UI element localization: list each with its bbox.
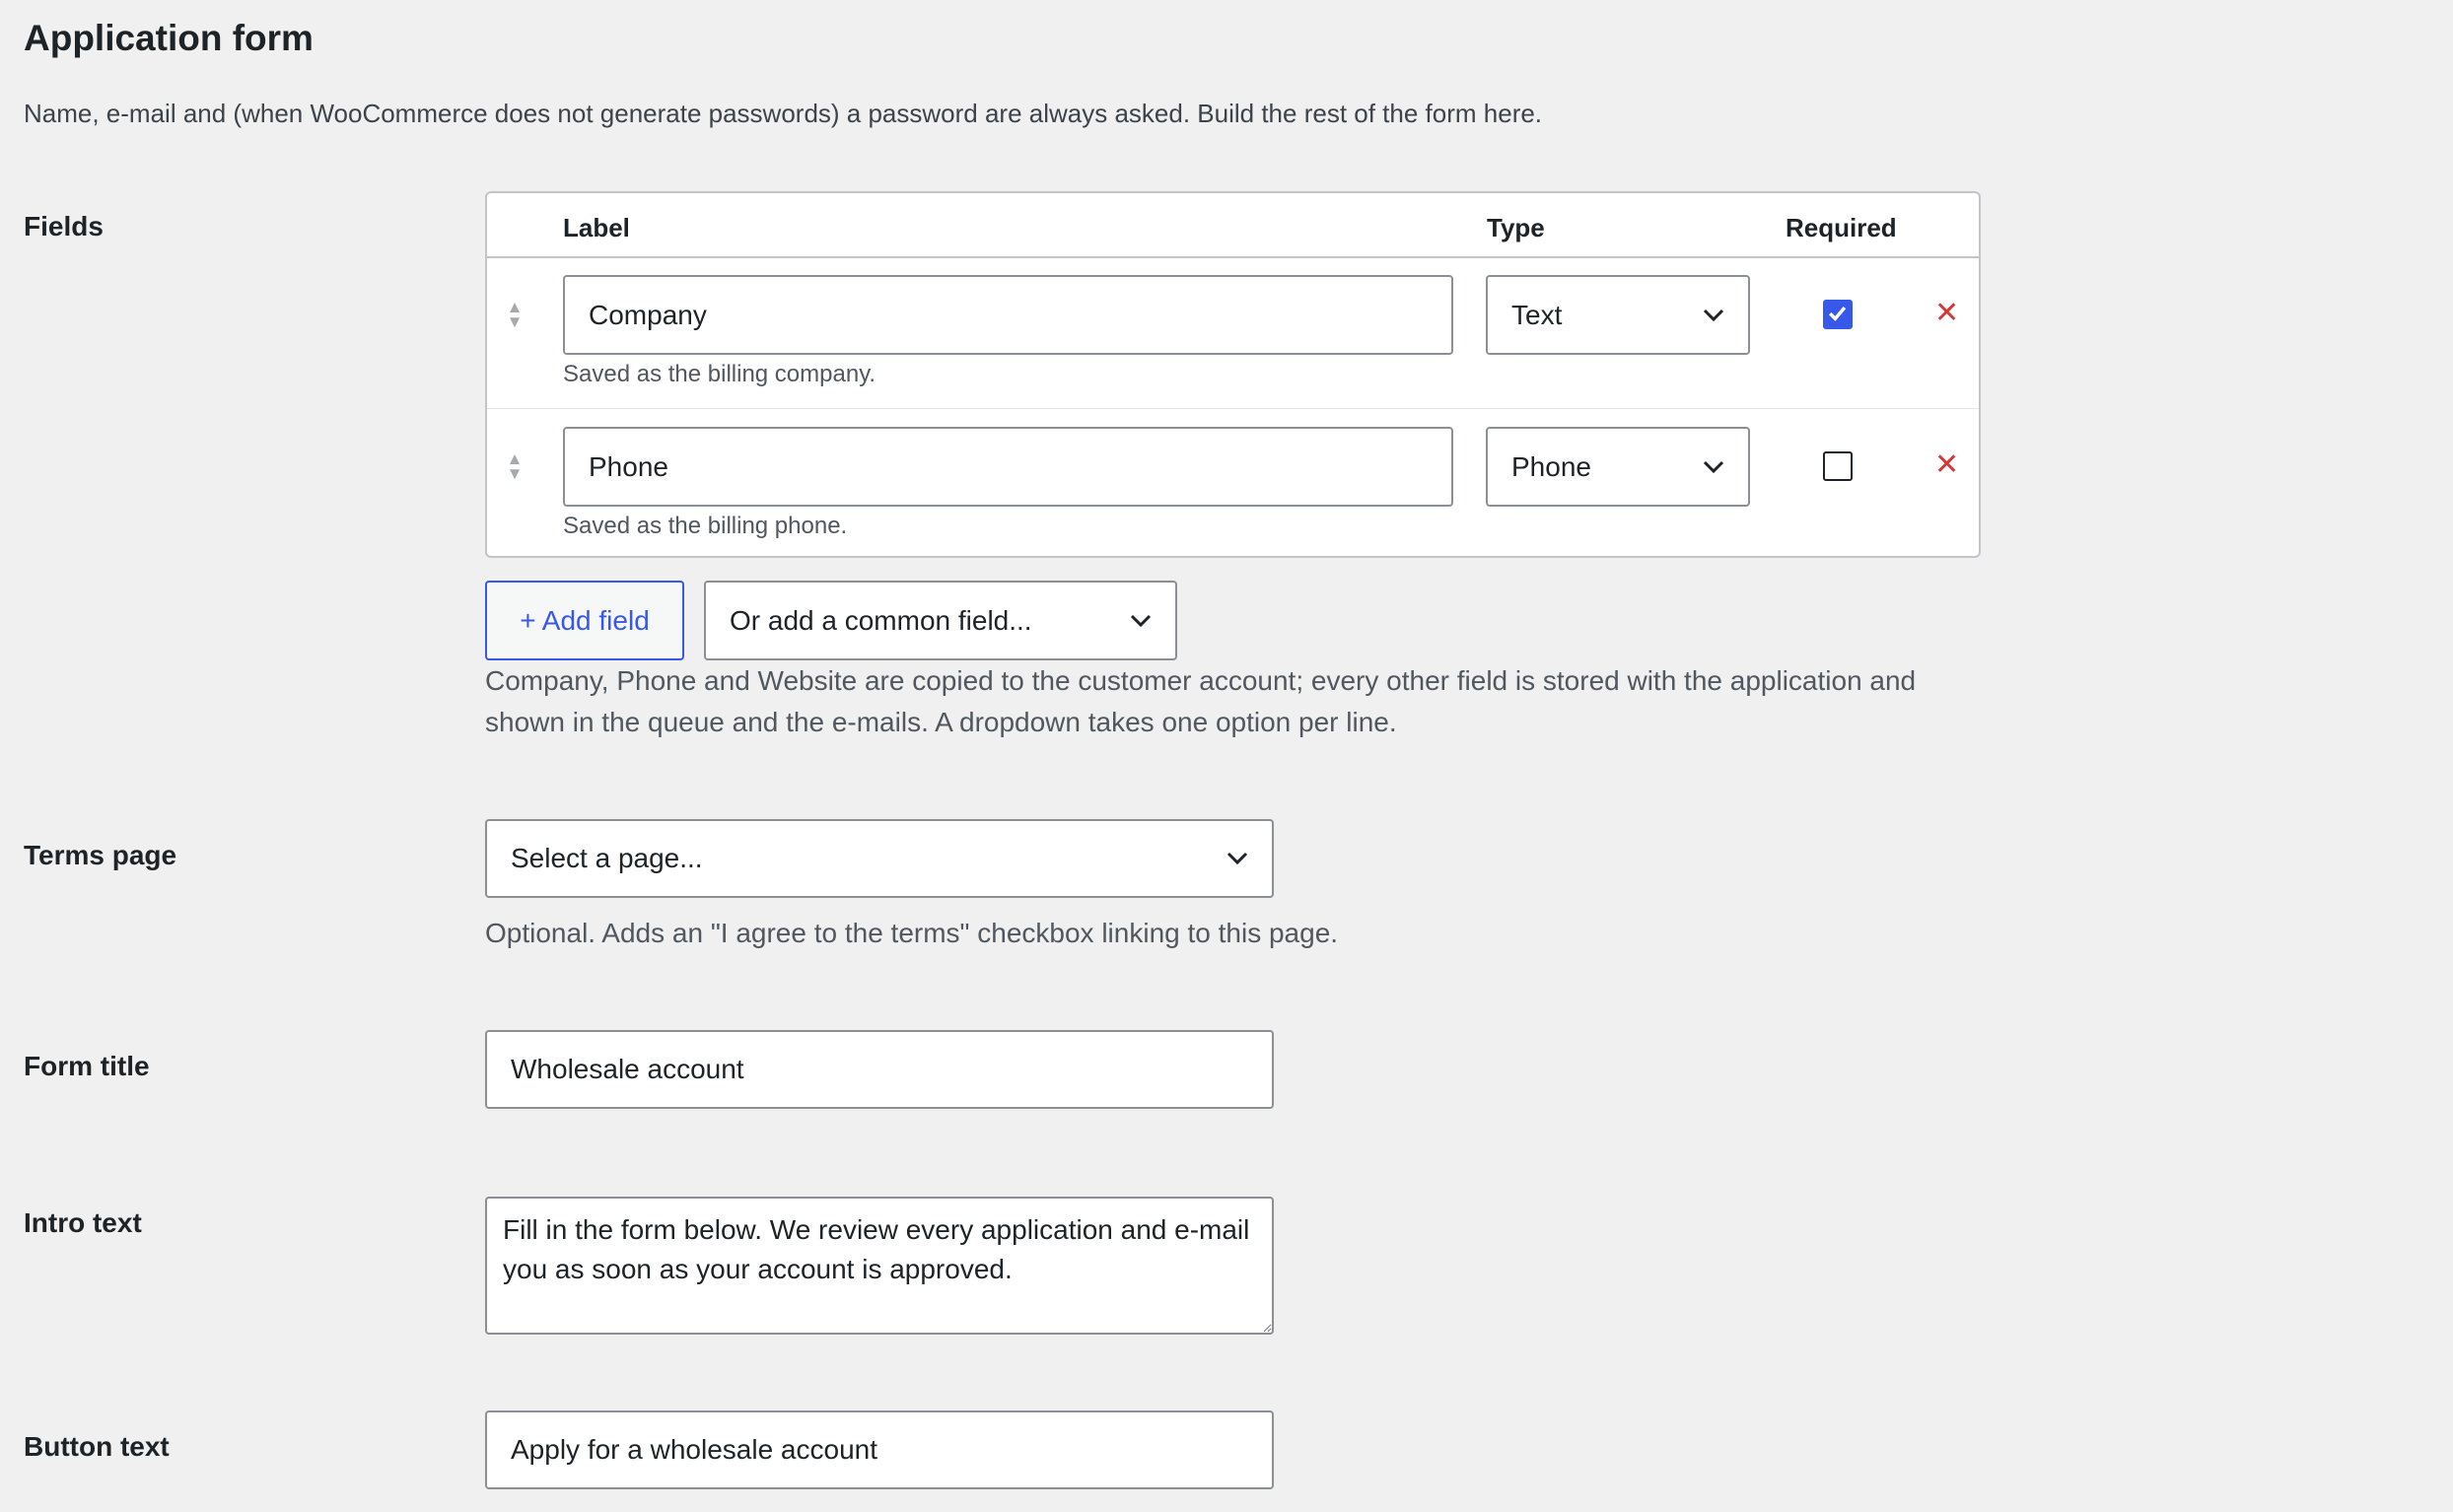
add-field-button[interactable]: + Add field [485, 581, 684, 660]
column-header-type: Type [1487, 213, 1545, 242]
checkmark-icon [1828, 306, 1847, 321]
close-icon[interactable]: ✕ [1934, 296, 1959, 330]
field-type-select[interactable]: Text [1486, 275, 1750, 355]
field-label-input[interactable]: Company [563, 275, 1453, 355]
field-type-value: Text [1511, 299, 1563, 330]
terms-page-label: Terms page [24, 840, 177, 870]
close-icon[interactable]: ✕ [1934, 447, 1959, 482]
column-header-label: Label [563, 213, 630, 242]
page-description: Name, e-mail and (when WooCommerce does … [24, 99, 1543, 128]
button-text-label: Button text [24, 1431, 170, 1462]
fields-label: Fields [24, 211, 104, 241]
field-type-value: Phone [1511, 450, 1591, 482]
common-field-select-value: Or add a common field... [730, 604, 1032, 636]
form-title-value: Wholesale account [511, 1054, 744, 1084]
common-field-select[interactable]: Or add a common field... [704, 581, 1177, 660]
fields-help-text: Company, Phone and Website are copied to… [485, 660, 1916, 743]
drag-handle-icon[interactable]: ▲ ▼ [505, 299, 525, 330]
field-label-value: Company [589, 299, 707, 330]
terms-page-help: Optional. Adds an "I agree to the terms"… [485, 918, 1339, 948]
chevron-down-icon [1226, 852, 1248, 865]
field-label-value: Phone [589, 450, 668, 482]
button-text-value: Apply for a wholesale account [511, 1434, 877, 1465]
field-type-select[interactable]: Phone [1486, 427, 1750, 507]
intro-text-label: Intro text [24, 1207, 142, 1238]
row-divider [487, 408, 1979, 409]
field-label-input[interactable]: Phone [563, 427, 1453, 507]
field-hint: Saved as the billing company. [563, 361, 876, 387]
chevron-down-icon [1703, 460, 1724, 473]
field-hint: Saved as the billing phone. [563, 513, 848, 539]
fields-help-line: shown in the queue and the e-mails. A dr… [485, 707, 1397, 737]
terms-page-select-value: Select a page... [511, 843, 703, 873]
page-title: Application form [24, 18, 314, 58]
form-title-label: Form title [24, 1051, 150, 1081]
required-checkbox[interactable] [1823, 451, 1853, 481]
intro-text-textarea[interactable]: Fill in the form below. We review every … [485, 1197, 1274, 1335]
chevron-down-icon [1703, 309, 1724, 321]
terms-page-select[interactable]: Select a page... [485, 819, 1274, 898]
drag-handle-icon[interactable]: ▲ ▼ [505, 450, 525, 482]
fields-help-line: Company, Phone and Website are copied to… [485, 665, 1917, 696]
fields-table: Label Type Required ▲ ▼ Company Text ✕ Sa… [485, 191, 1981, 558]
table-header-divider [487, 256, 1979, 258]
button-text-input[interactable]: Apply for a wholesale account [485, 1410, 1274, 1489]
form-title-input[interactable]: Wholesale account [485, 1030, 1274, 1109]
required-checkbox[interactable] [1823, 300, 1853, 329]
column-header-required: Required [1786, 213, 1897, 242]
chevron-down-icon [1130, 614, 1152, 627]
